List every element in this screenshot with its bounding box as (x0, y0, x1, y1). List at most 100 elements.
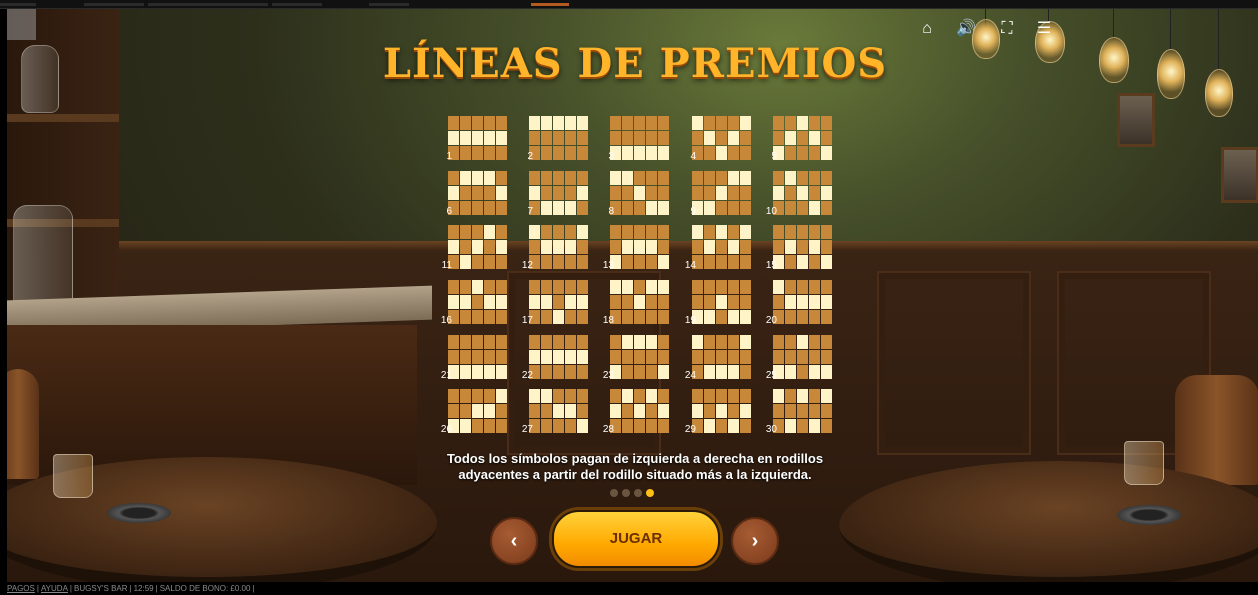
payline-square-off (448, 350, 459, 364)
payline-number: 22 (521, 370, 533, 381)
payline-square-on (460, 419, 471, 433)
payline-pattern (610, 389, 670, 435)
payline-square-on (622, 171, 633, 185)
payline-square-off (773, 116, 784, 130)
payline-square-off (716, 280, 727, 294)
payline-square-off (577, 171, 588, 185)
fullscreen-icon[interactable]: ⛶ (997, 19, 1017, 39)
payline-square-on (496, 389, 507, 403)
ayuda-link[interactable]: AYUDA (41, 584, 68, 593)
payline-square-off (460, 116, 471, 130)
payline-square-off (809, 404, 820, 418)
payline-square-on (716, 295, 727, 309)
payline-square-off (740, 350, 751, 364)
payline-pattern (529, 335, 589, 381)
decanter-bottle (13, 205, 73, 307)
payline-square-off (610, 240, 621, 254)
payline-22: 22 (518, 335, 592, 381)
payline-square-on (728, 419, 739, 433)
payline-square-off (541, 255, 552, 269)
payline-square-off (541, 404, 552, 418)
bulb-wire (1218, 9, 1219, 71)
payline-square-on (797, 186, 808, 200)
payline-square-off (797, 365, 808, 379)
payline-square-off (797, 225, 808, 239)
chair (1175, 375, 1258, 485)
page-dot[interactable] (622, 489, 630, 497)
payline-square-off (622, 186, 633, 200)
payline-square-on (728, 310, 739, 324)
payline-square-off (565, 186, 576, 200)
home-icon[interactable]: ⌂ (917, 19, 937, 39)
payline-square-off (634, 171, 645, 185)
payline-square-off (658, 131, 669, 145)
payline-square-off (809, 310, 820, 324)
page-dot[interactable] (610, 489, 618, 497)
light-bulb (1099, 37, 1129, 83)
payline-square-off (716, 116, 727, 130)
payline-square-off (484, 146, 495, 160)
payline-2: 2 (518, 116, 592, 162)
payline-square-on (529, 350, 540, 364)
payline-square-off (448, 116, 459, 130)
payline-square-on (541, 389, 552, 403)
top-strip-highlight (531, 3, 569, 6)
payline-square-off (484, 116, 495, 130)
payline-square-on (577, 116, 588, 130)
payline-square-off (797, 404, 808, 418)
payline-square-off (541, 310, 552, 324)
payline-square-on (553, 310, 564, 324)
play-button[interactable]: JUGAR (552, 510, 720, 568)
payline-square-off (484, 389, 495, 403)
payline-square-off (658, 335, 669, 349)
hamburger-menu-icon[interactable]: ☰ (1034, 19, 1054, 39)
payline-square-off (472, 186, 483, 200)
payline-square-on (646, 280, 657, 294)
next-page-button[interactable]: › (731, 517, 779, 565)
payline-square-off (565, 280, 576, 294)
payline-square-off (716, 350, 727, 364)
payline-square-on (728, 365, 739, 379)
payline-square-off (484, 350, 495, 364)
speaker-icon[interactable]: 🔊 (956, 19, 976, 39)
separator: | (129, 584, 132, 593)
payline-square-on (565, 404, 576, 418)
payline-square-off (565, 225, 576, 239)
payline-square-on (541, 350, 552, 364)
page-dot-active[interactable] (646, 489, 654, 497)
payline-square-on (646, 389, 657, 403)
payline-square-off (821, 350, 832, 364)
payline-square-off (785, 201, 796, 215)
payline-square-off (610, 350, 621, 364)
payline-square-off (484, 255, 495, 269)
corner-toggle-button[interactable] (7, 9, 36, 40)
payline-square-off (658, 419, 669, 433)
payline-square-off (646, 365, 657, 379)
payline-square-off (496, 171, 507, 185)
payline-square-off (577, 335, 588, 349)
pagos-link[interactable]: PAGOS (7, 584, 35, 593)
payline-square-on (472, 365, 483, 379)
payline-square-off (773, 335, 784, 349)
payline-number: 12 (521, 260, 533, 271)
payline-number: 4 (690, 151, 696, 162)
payline-square-on (634, 335, 645, 349)
payline-square-off (716, 201, 727, 215)
payline-square-off (622, 419, 633, 433)
payline-square-off (565, 419, 576, 433)
previous-page-button[interactable]: ‹ (490, 517, 538, 565)
payline-square-off (565, 310, 576, 324)
payline-square-off (646, 295, 657, 309)
payline-square-off (740, 419, 751, 433)
payline-square-on (646, 240, 657, 254)
payline-square-on (704, 201, 715, 215)
payline-number: 13 (602, 260, 614, 271)
payline-square-on (704, 310, 715, 324)
payline-square-on (740, 225, 751, 239)
payline-square-off (785, 225, 796, 239)
payline-square-off (821, 201, 832, 215)
page-dot[interactable] (634, 489, 642, 497)
payline-square-off (541, 225, 552, 239)
payline-square-off (472, 310, 483, 324)
ashtray (1117, 505, 1181, 525)
